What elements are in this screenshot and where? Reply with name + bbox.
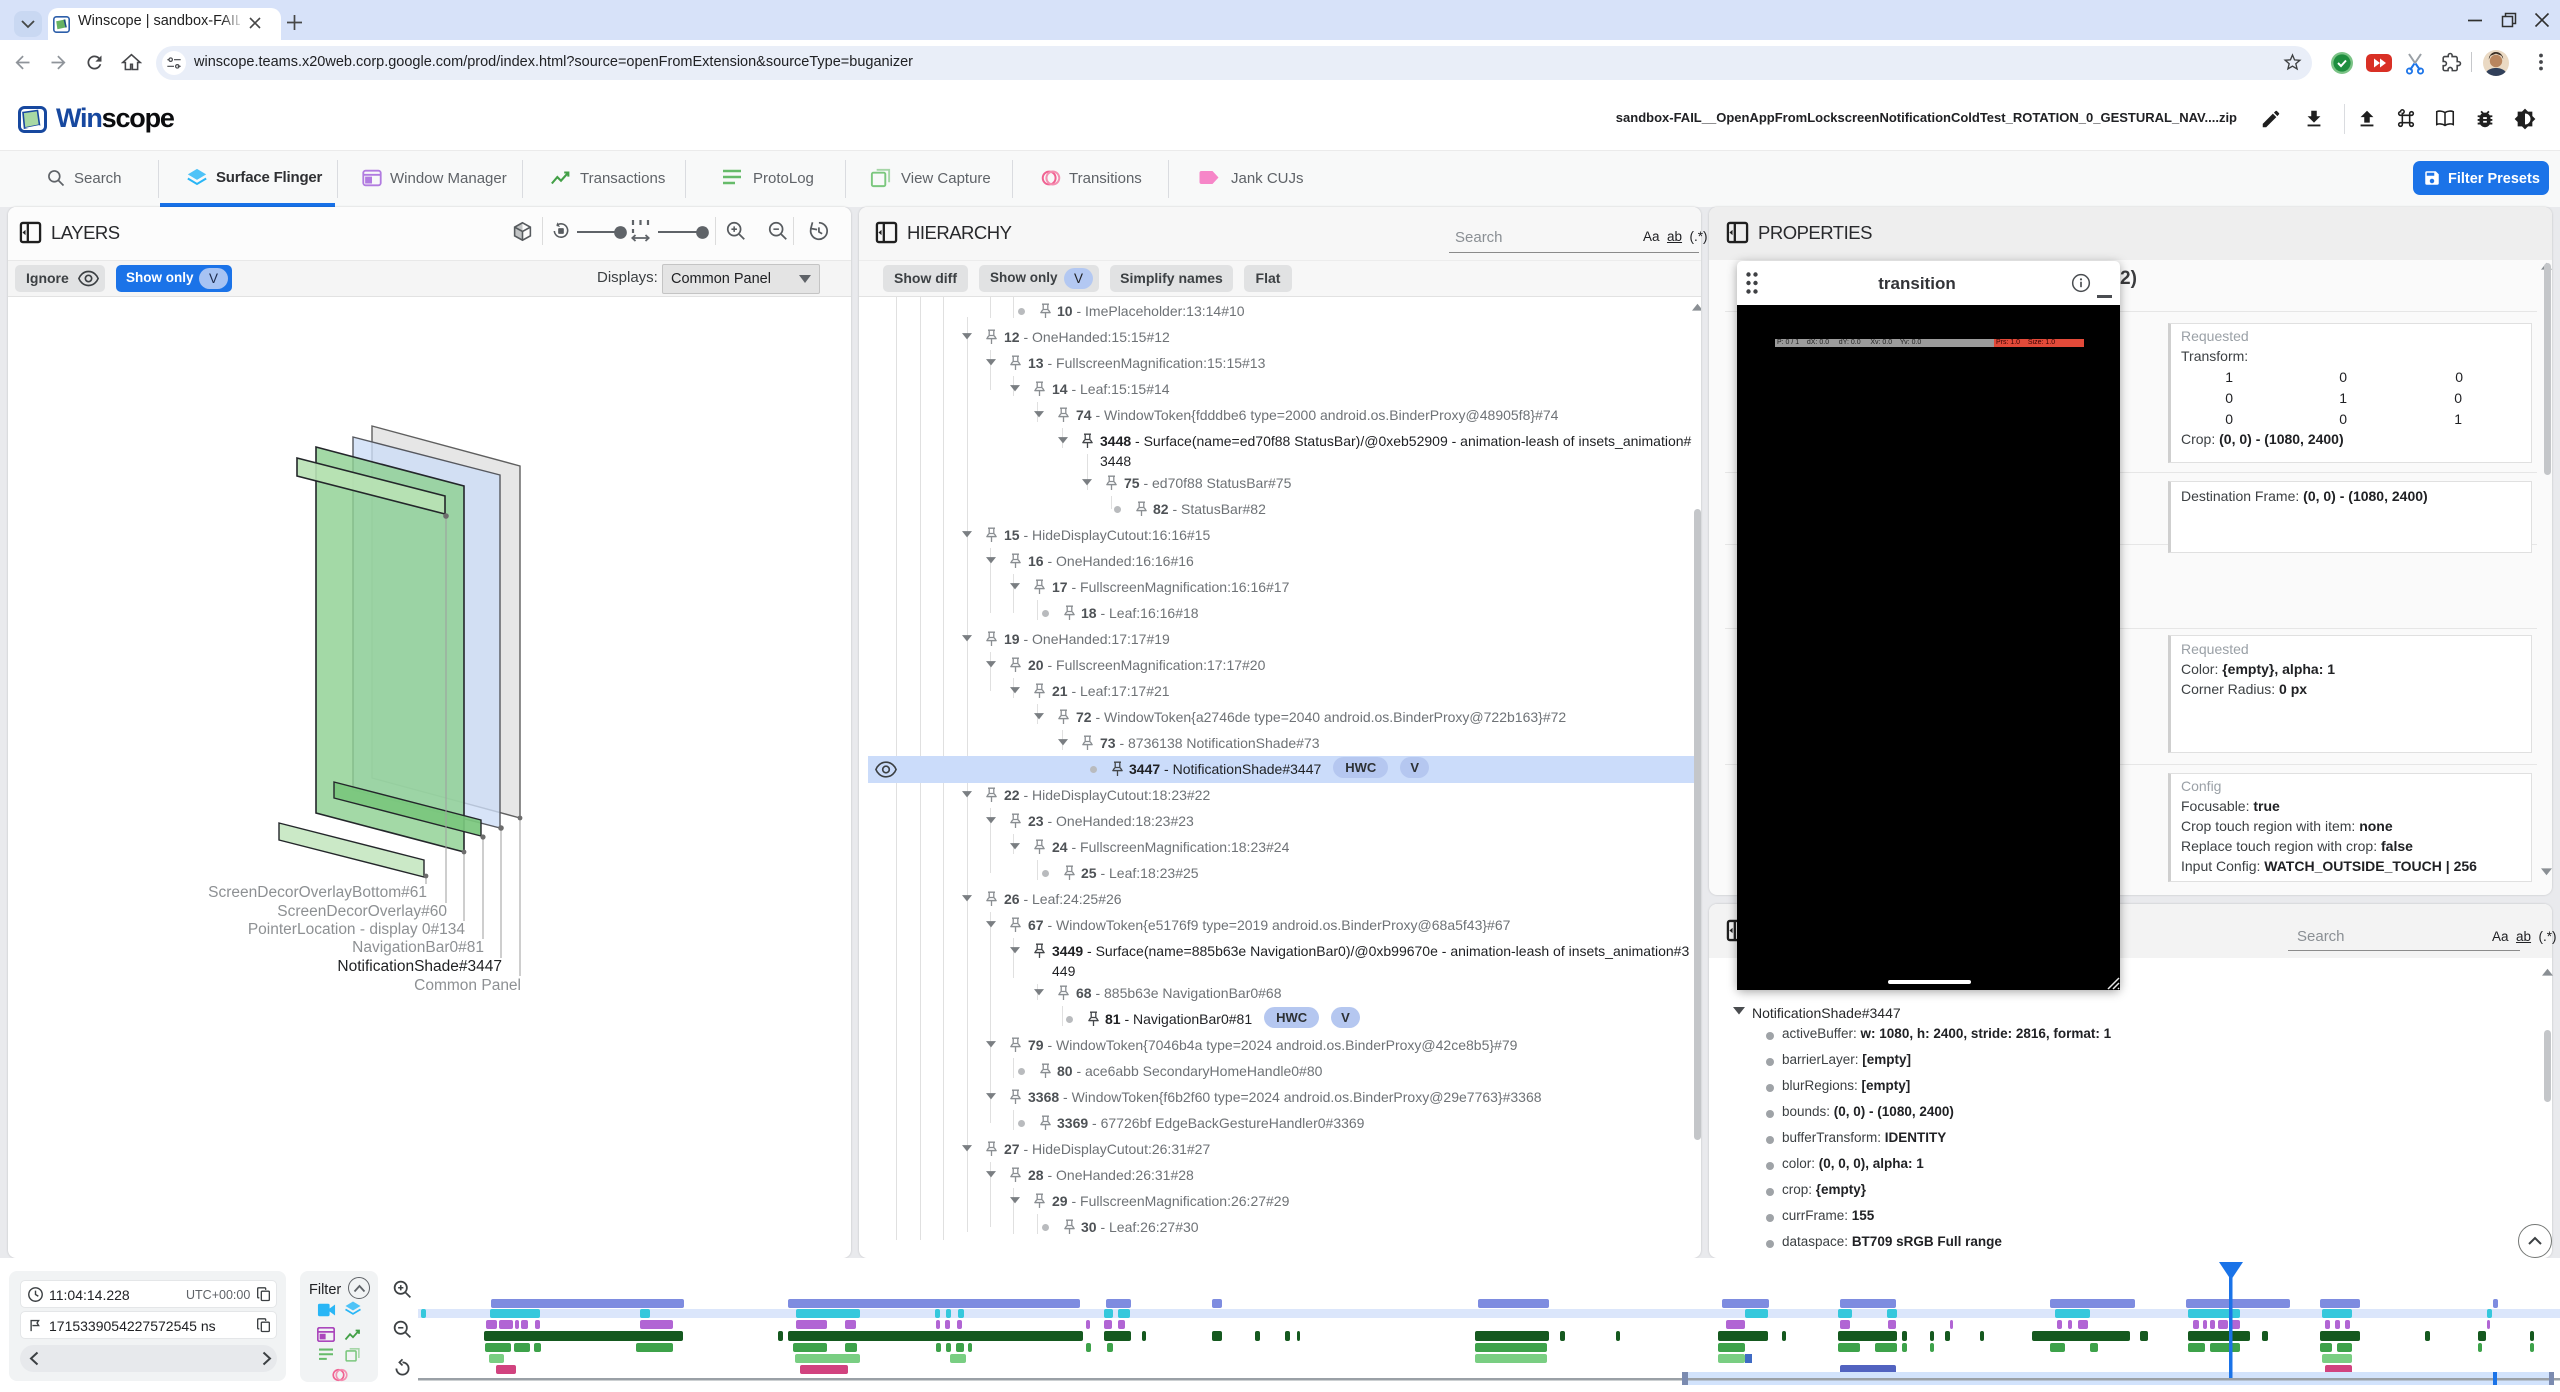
svg-text:NavigationBar0#81: NavigationBar0#81 xyxy=(352,939,484,956)
svg-text:ScreenDecorOverlay#60: ScreenDecorOverlay#60 xyxy=(277,903,447,920)
svg-text:NotificationShade#3447: NotificationShade#3447 xyxy=(337,958,502,975)
svg-text:Common Panel: Common Panel xyxy=(414,977,521,994)
svg-text:PointerLocation - display 0#13: PointerLocation - display 0#134 xyxy=(248,921,466,938)
svg-text:ScreenDecorOverlayBottom#61: ScreenDecorOverlayBottom#61 xyxy=(208,884,427,901)
